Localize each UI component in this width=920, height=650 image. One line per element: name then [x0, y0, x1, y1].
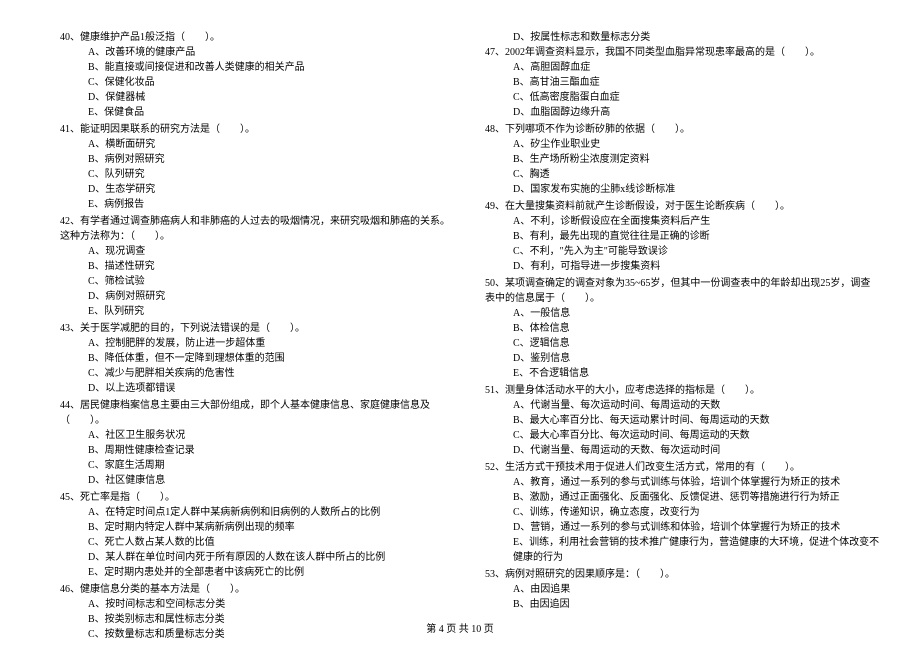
q52-opt-a: A、教育，通过一系列的参与式训练与体验，培训个体掌握行为矫正的技术 [485, 475, 880, 490]
question-47: 47、2002年调查资料显示，我国不同类型血脂异常现患率最高的是（ ）。 A、高… [485, 45, 880, 120]
q52-opt-b: B、激励，通过正面强化、反面强化、反馈促进、惩罚等措施进行行为矫正 [485, 490, 880, 505]
q53-opt-b: B、由因追因 [485, 597, 880, 612]
q41-opt-c: C、队列研究 [60, 167, 455, 182]
q47-opt-d: D、血脂固醇边缘升高 [485, 105, 880, 120]
q44-opt-a: A、社区卫生服务状况 [60, 428, 455, 443]
q43-title: 43、关于医学减肥的目的，下列说法错误的是（ ）。 [60, 321, 455, 336]
q42-opt-c: C、筛检试验 [60, 274, 455, 289]
q52-opt-d: D、营销，通过一系列的参与式训练和体验，培训个体掌握行为矫正的技术 [485, 520, 880, 535]
q40-opt-a: A、改善环境的健康产品 [60, 45, 455, 60]
q50-opt-b: B、体检信息 [485, 321, 880, 336]
q41-opt-d: D、生态学研究 [60, 182, 455, 197]
q42-opt-e: E、队列研究 [60, 304, 455, 319]
q50-opt-e: E、不合逻辑信息 [485, 366, 880, 381]
q50-opt-c: C、逻辑信息 [485, 336, 880, 351]
q46-title: 46、健康信息分类的基本方法是（ ）。 [60, 582, 455, 597]
q49-title: 49、在大量搜集资料前就产生诊断假设，对于医生论断疾病（ ）。 [485, 199, 880, 214]
q40-opt-e: E、保健食品 [60, 105, 455, 120]
question-49: 49、在大量搜集资料前就产生诊断假设，对于医生论断疾病（ ）。 A、不利，诊断假… [485, 199, 880, 274]
question-52: 52、生活方式干预技术用于促进人们改变生活方式，常用的有（ ）。 A、教育，通过… [485, 460, 880, 565]
q40-opt-c: C、保健化妆品 [60, 75, 455, 90]
page-columns: 40、健康维护产品1般泛指（ ）。 A、改善环境的健康产品 B、能直接或间接促进… [60, 30, 880, 644]
q47-title: 47、2002年调查资料显示，我国不同类型血脂异常现患率最高的是（ ）。 [485, 45, 880, 60]
q45-opt-c: C、死亡人数占某人数的比值 [60, 535, 455, 550]
q46-opt-d: D、按属性标志和数量标志分类 [485, 30, 880, 45]
q42-opt-a: A、现况调查 [60, 244, 455, 259]
q42-opt-d: D、病例对照研究 [60, 289, 455, 304]
q45-opt-d: D、某人群在单位时间内死于所有原因的人数在该人群中所占的比例 [60, 550, 455, 565]
q48-opt-d: D、国家发布实施的尘肺x线诊断标准 [485, 182, 880, 197]
q49-opt-a: A、不利，诊断假设应在全面搜集资料后产生 [485, 214, 880, 229]
q52-opt-e: E、训练，利用社会营销的技术推广健康行为，营造健康的大环境，促进个体改变不健康的… [485, 535, 880, 565]
q47-opt-a: A、高胆固醇血症 [485, 60, 880, 75]
question-53: 53、病例对照研究的因果顺序是：（ ）。 A、由因追果 B、由因追因 [485, 567, 880, 612]
q42-title: 42、有学者通过调查肺癌病人和非肺癌的人过去的吸烟情况，来研究吸烟和肺癌的关系。… [60, 214, 455, 244]
q50-opt-a: A、一般信息 [485, 306, 880, 321]
q48-opt-a: A、矽尘作业职业史 [485, 137, 880, 152]
question-51: 51、测量身体活动水平的大小，应考虑选择的指标是（ ）。 A、代谢当量、每次运动… [485, 383, 880, 458]
q40-title: 40、健康维护产品1般泛指（ ）。 [60, 30, 455, 45]
q43-opt-a: A、控制肥胖的发展，防止进一步超体重 [60, 336, 455, 351]
q43-opt-d: D、以上选项都错误 [60, 381, 455, 396]
q43-opt-b: B、降低体重，但不一定降到理想体重的范围 [60, 351, 455, 366]
q52-title: 52、生活方式干预技术用于促进人们改变生活方式，常用的有（ ）。 [485, 460, 880, 475]
q49-opt-b: B、有利，最先出现的直觉往往是正确的诊断 [485, 229, 880, 244]
q41-opt-a: A、横断面研究 [60, 137, 455, 152]
q48-title: 48、下列哪项不作为诊断矽肺的依据（ ）。 [485, 122, 880, 137]
q51-opt-b: B、最大心率百分比、每天运动累计时间、每周运动的天数 [485, 413, 880, 428]
q44-opt-c: C、家庭生活周期 [60, 458, 455, 473]
q44-opt-d: D、社区健康信息 [60, 473, 455, 488]
q49-opt-c: C、不利，"先入为主"可能导致误诊 [485, 244, 880, 259]
q44-opt-b: B、周期性健康检查记录 [60, 443, 455, 458]
q53-opt-a: A、由因追果 [485, 582, 880, 597]
question-44: 44、居民健康档案信息主要由三大部份组成，即个人基本健康信息、家庭健康信息及（ … [60, 398, 455, 488]
q41-title: 41、能证明因果联系的研究方法是（ ）。 [60, 122, 455, 137]
q50-opt-d: D、鉴别信息 [485, 351, 880, 366]
q52-opt-c: C、训练，传递知识，确立态度，改变行为 [485, 505, 880, 520]
page-footer: 第 4 页 共 10 页 [0, 620, 920, 635]
q48-opt-c: C、胸透 [485, 167, 880, 182]
q43-opt-c: C、减少与肥胖相关疾病的危害性 [60, 366, 455, 381]
q40-opt-d: D、保健器械 [60, 90, 455, 105]
question-42: 42、有学者通过调查肺癌病人和非肺癌的人过去的吸烟情况，来研究吸烟和肺癌的关系。… [60, 214, 455, 319]
question-45: 45、死亡率是指（ ）。 A、在特定时间点1定人群中某病新病例和旧病例的人数所占… [60, 490, 455, 580]
q51-opt-c: C、最大心率百分比、每次运动时间、每周运动的天数 [485, 428, 880, 443]
q47-opt-b: B、高甘油三酯血症 [485, 75, 880, 90]
q50-title: 50、某项调查确定的调查对象为35~65岁，但其中一份调查表中的年龄却出现25岁… [485, 276, 880, 306]
q44-title: 44、居民健康档案信息主要由三大部份组成，即个人基本健康信息、家庭健康信息及（ … [60, 398, 455, 428]
q51-title: 51、测量身体活动水平的大小，应考虑选择的指标是（ ）。 [485, 383, 880, 398]
q45-opt-a: A、在特定时间点1定人群中某病新病例和旧病例的人数所占的比例 [60, 505, 455, 520]
question-50: 50、某项调查确定的调查对象为35~65岁，但其中一份调查表中的年龄却出现25岁… [485, 276, 880, 381]
q51-opt-a: A、代谢当量、每次运动时间、每周运动的天数 [485, 398, 880, 413]
q46-opt-a: A、按时间标志和空间标志分类 [60, 597, 455, 612]
q49-opt-d: D、有利，可指导进一步搜集资料 [485, 259, 880, 274]
q53-title: 53、病例对照研究的因果顺序是：（ ）。 [485, 567, 880, 582]
q45-title: 45、死亡率是指（ ）。 [60, 490, 455, 505]
question-48: 48、下列哪项不作为诊断矽肺的依据（ ）。 A、矽尘作业职业史 B、生产场所粉尘… [485, 122, 880, 197]
q48-opt-b: B、生产场所粉尘浓度测定资料 [485, 152, 880, 167]
q41-opt-e: E、病例报告 [60, 197, 455, 212]
question-41: 41、能证明因果联系的研究方法是（ ）。 A、横断面研究 B、病例对照研究 C、… [60, 122, 455, 212]
q45-opt-e: E、定时期内患处并的全部患者中该病死亡的比例 [60, 565, 455, 580]
q47-opt-c: C、低高密度脂蛋白血症 [485, 90, 880, 105]
q42-opt-b: B、描述性研究 [60, 259, 455, 274]
q45-opt-b: B、定时期内特定人群中某病新病例出现的频率 [60, 520, 455, 535]
question-43: 43、关于医学减肥的目的，下列说法错误的是（ ）。 A、控制肥胖的发展，防止进一… [60, 321, 455, 396]
question-40: 40、健康维护产品1般泛指（ ）。 A、改善环境的健康产品 B、能直接或间接促进… [60, 30, 455, 120]
q41-opt-b: B、病例对照研究 [60, 152, 455, 167]
q51-opt-d: D、代谢当量、每周运动的天数、每次运动时间 [485, 443, 880, 458]
right-column: D、按属性标志和数量标志分类 47、2002年调查资料显示，我国不同类型血脂异常… [485, 30, 880, 644]
q40-opt-b: B、能直接或间接促进和改善人类健康的相关产品 [60, 60, 455, 75]
left-column: 40、健康维护产品1般泛指（ ）。 A、改善环境的健康产品 B、能直接或间接促进… [60, 30, 455, 644]
